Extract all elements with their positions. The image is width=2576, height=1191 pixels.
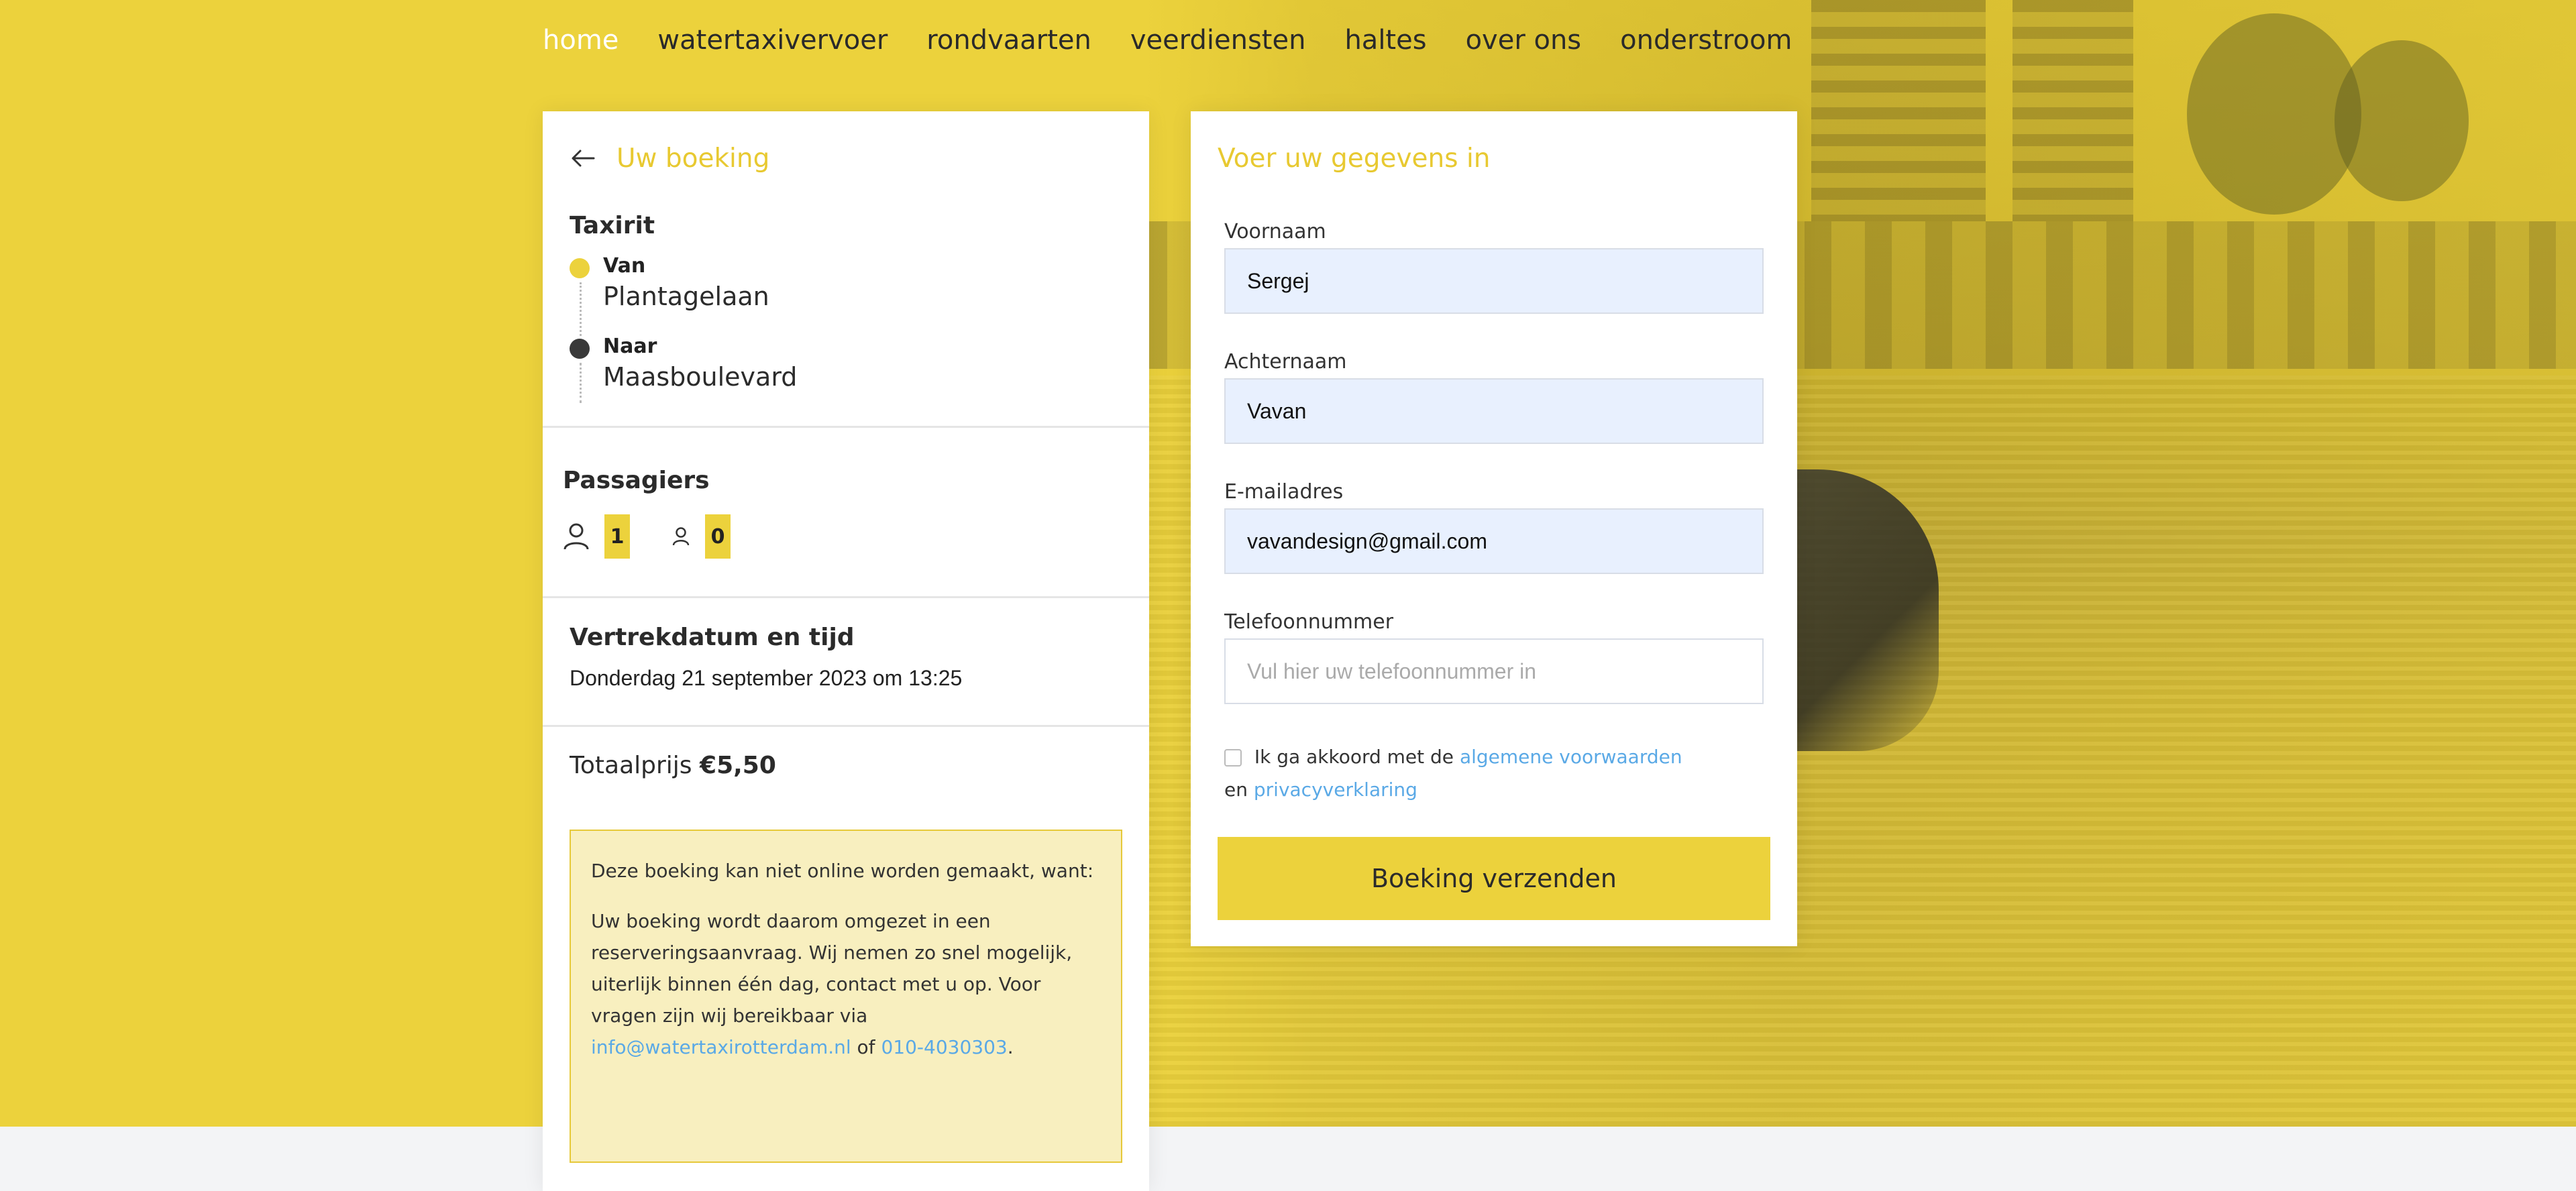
total-label: Totaalprijs — [570, 752, 692, 779]
departure-title: Vertrekdatum en tijd — [570, 624, 855, 651]
email-label: E-mailadres — [1224, 480, 1344, 504]
email-input[interactable]: vavandesign@gmail.com — [1224, 508, 1764, 574]
notice-or: of — [857, 1036, 875, 1058]
consent-and: en — [1224, 779, 1248, 801]
trip-route: Taxirit Van Plantagelaan Naar Maasboulev… — [570, 212, 1120, 415]
last-name-input[interactable]: Vavan — [1224, 378, 1764, 444]
notice-box: Deze boeking kan niet online worden gema… — [570, 830, 1122, 1163]
notice-text: Uw boeking wordt daarom omgezet in een r… — [591, 910, 1073, 1027]
adult-count-badge: 1 — [604, 514, 630, 559]
notice-line1: Deze boeking kan niet online worden gema… — [591, 860, 1094, 882]
nav-haltes[interactable]: haltes — [1344, 25, 1426, 56]
total-price: Totaalprijs €5,50 — [570, 752, 776, 779]
nav-home[interactable]: home — [543, 25, 619, 56]
details-form-card: Voer uw gegevens in Voornaam Sergej Acht… — [1191, 111, 1797, 946]
notice-end: . — [1007, 1036, 1014, 1058]
divider — [543, 725, 1149, 727]
container-stack — [1811, 0, 1986, 221]
privacy-link[interactable]: privacyverklaring — [1254, 779, 1417, 801]
divider — [543, 426, 1149, 428]
route-line — [580, 282, 582, 336]
first-name-label: Voornaam — [1224, 220, 1326, 243]
phone-input[interactable]: Vul hier uw telefoonnummer in — [1224, 638, 1764, 704]
nav-veerdiensten[interactable]: veerdiensten — [1130, 25, 1306, 56]
consent-text: Ik ga akkoord met de — [1254, 746, 1454, 768]
from-dot-icon — [570, 258, 590, 278]
route-stop-from: Van Plantagelaan — [570, 254, 1120, 336]
total-value: €5,50 — [700, 752, 776, 779]
divider — [543, 596, 1149, 598]
to-value: Maasboulevard — [603, 362, 798, 392]
last-name-field: Achternaam Vavan — [1224, 350, 1764, 444]
passengers-section: Passagiers 1 0 — [563, 467, 731, 559]
last-name-label: Achternaam — [1224, 350, 1347, 374]
nav-over-ons[interactable]: over ons — [1466, 25, 1582, 56]
submit-booking-button[interactable]: Boeking verzenden — [1218, 837, 1770, 920]
nav-onderstroom[interactable]: onderstroom — [1620, 25, 1792, 56]
consent-checkbox[interactable] — [1224, 749, 1242, 767]
departure-section: Vertrekdatum en tijd Donderdag 21 septem… — [570, 624, 962, 691]
booking-summary-card: Uw boeking Taxirit Van Plantagelaan Naar… — [543, 111, 1149, 1191]
main-nav: home watertaxivervoer rondvaarten veerdi… — [543, 20, 1792, 60]
trip-title: Taxirit — [570, 212, 655, 239]
arrow-left-icon[interactable] — [570, 145, 596, 172]
booking-header: Uw boeking — [570, 138, 769, 178]
route-stop-to: Naar Maasboulevard — [570, 335, 1120, 415]
phone-label: Telefoonnummer — [1224, 610, 1394, 634]
child-count-badge: 0 — [705, 514, 731, 559]
to-label: Naar — [603, 335, 657, 358]
from-value: Plantagelaan — [603, 282, 769, 311]
child-person-icon — [672, 527, 690, 546]
first-name-field: Voornaam Sergej — [1224, 220, 1764, 314]
first-name-input[interactable]: Sergej — [1224, 248, 1764, 314]
container-stack — [2012, 0, 2133, 221]
passengers-counts: 1 0 — [563, 514, 731, 559]
from-label: Van — [603, 254, 646, 278]
departure-value: Donderdag 21 september 2023 om 13:25 — [570, 666, 963, 690]
booking-title: Uw boeking — [616, 143, 770, 174]
form-header: Voer uw gegevens in — [1218, 138, 1491, 178]
tree — [2334, 40, 2469, 201]
notice-phone-link[interactable]: 010-4030303 — [881, 1036, 1007, 1058]
form-title: Voer uw gegevens in — [1218, 143, 1491, 174]
to-dot-icon — [570, 339, 590, 359]
nav-rondvaarten[interactable]: rondvaarten — [926, 25, 1091, 56]
notice-line2: Uw boeking wordt daarom omgezet in een r… — [591, 905, 1101, 1063]
consent-row: Ik ga akkoord met de algemene voorwaarde… — [1224, 740, 1774, 806]
email-field: E-mailadres vavandesign@gmail.com — [1224, 480, 1764, 574]
passengers-title: Passagiers — [563, 467, 710, 494]
terms-link[interactable]: algemene voorwaarden — [1460, 746, 1682, 768]
nav-watertaxivervoer[interactable]: watertaxivervoer — [657, 25, 888, 56]
route-line — [580, 363, 582, 403]
adult-person-icon — [564, 523, 589, 550]
phone-field: Telefoonnummer Vul hier uw telefoonnumme… — [1224, 610, 1764, 704]
notice-email-link[interactable]: info@watertaxirotterdam.nl — [591, 1036, 851, 1058]
